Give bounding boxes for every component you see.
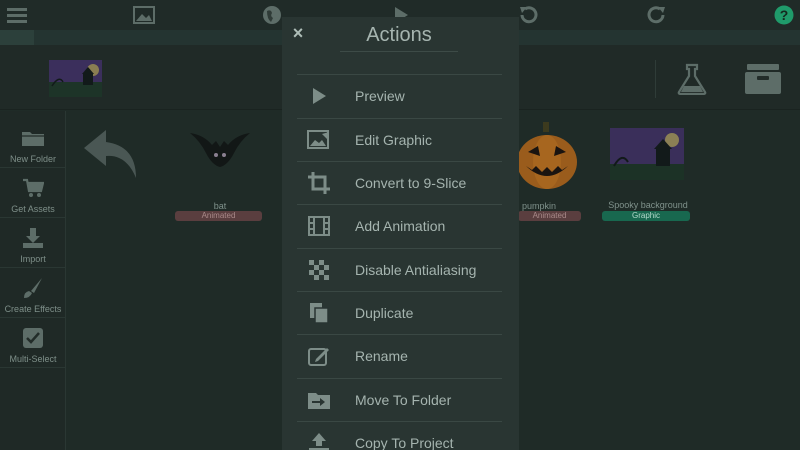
get-assets-button[interactable]: Get Assets [0,168,66,218]
import-label: Import [20,254,46,264]
back-arrow-icon[interactable] [82,126,142,182]
new-folder-label: New Folder [9,154,56,164]
duplicate-action[interactable]: Duplicate [297,291,502,334]
crop-icon [307,172,331,194]
close-button[interactable]: × [290,23,306,43]
cart-icon [21,177,45,199]
move-to-folder-label: Move To Folder [355,392,452,408]
new-folder-button[interactable]: New Folder [0,118,66,168]
move-to-folder-action[interactable]: Move To Folder [297,378,502,421]
globe-icon[interactable] [260,4,284,26]
archive-icon[interactable] [741,62,785,96]
upload-icon [307,432,331,450]
multi-select-button[interactable]: Multi-Select [0,318,66,368]
bat-thumbnail [190,133,250,167]
pumpkin-thumbnail [517,122,577,189]
convert-9-slice-label: Convert to 9-Slice [355,175,467,191]
checkbox-icon [21,327,45,349]
brush-icon [21,277,45,299]
preview-label: Preview [355,88,405,104]
image-edit-icon [307,129,331,151]
copy-icon [307,302,331,324]
asset-spooky-background[interactable]: Spooky background Graphic [598,128,698,228]
rename-label: Rename [355,348,408,364]
redo-icon[interactable] [645,4,669,26]
checker-icon [307,259,331,281]
asset-badge: Animated [518,211,581,221]
multi-select-label: Multi-Select [9,354,57,364]
undo-icon[interactable] [516,4,540,26]
convert-9-slice-action[interactable]: Convert to 9-Slice [297,161,502,204]
asset-name: Spooky background [608,200,688,210]
modal-title: Actions [366,24,432,46]
folder-icon [21,127,45,149]
create-effects-label: Create Effects [4,304,62,314]
selected-asset-thumbnail[interactable] [49,60,102,97]
create-effects-button[interactable]: Create Effects [0,268,66,318]
play-icon [307,85,331,107]
asset-name: bat [213,201,227,211]
disable-antialiasing-action[interactable]: Disable Antialiasing [297,248,502,291]
disable-antialiasing-label: Disable Antialiasing [355,262,477,278]
svg-text:?: ? [780,7,789,23]
add-animation-label: Add Animation [355,218,446,234]
folder-move-icon [307,389,331,411]
tools-sidebar: New Folder Get Assets Import Create Effe… [0,111,66,450]
preview-action[interactable]: Preview [297,74,502,117]
image-icon[interactable] [132,4,156,26]
asset-badge: Graphic [602,211,690,221]
edit-graphic-action[interactable]: Edit Graphic [297,118,502,161]
import-button[interactable]: Import [0,218,66,268]
edit-graphic-label: Edit Graphic [355,132,433,148]
asset-badge: Animated [175,211,262,221]
menu-icon[interactable] [5,4,29,26]
preview-divider [655,60,656,98]
duplicate-label: Duplicate [355,305,414,321]
title-divider [340,51,458,52]
spooky-background-thumbnail [610,128,684,180]
copy-to-project-label: Copy To Project [355,435,454,450]
add-animation-action[interactable]: Add Animation [297,204,502,247]
copy-to-project-action[interactable]: Copy To Project [297,421,502,450]
tab-active[interactable] [0,30,34,45]
rename-action[interactable]: Rename [297,334,502,377]
help-icon[interactable]: ? [772,4,796,26]
rename-icon [307,345,331,367]
download-icon [21,227,45,249]
asset-bat[interactable]: bat Animated [170,125,270,225]
film-icon [307,215,331,237]
get-assets-label: Get Assets [11,204,55,214]
flask-icon[interactable] [674,62,710,96]
